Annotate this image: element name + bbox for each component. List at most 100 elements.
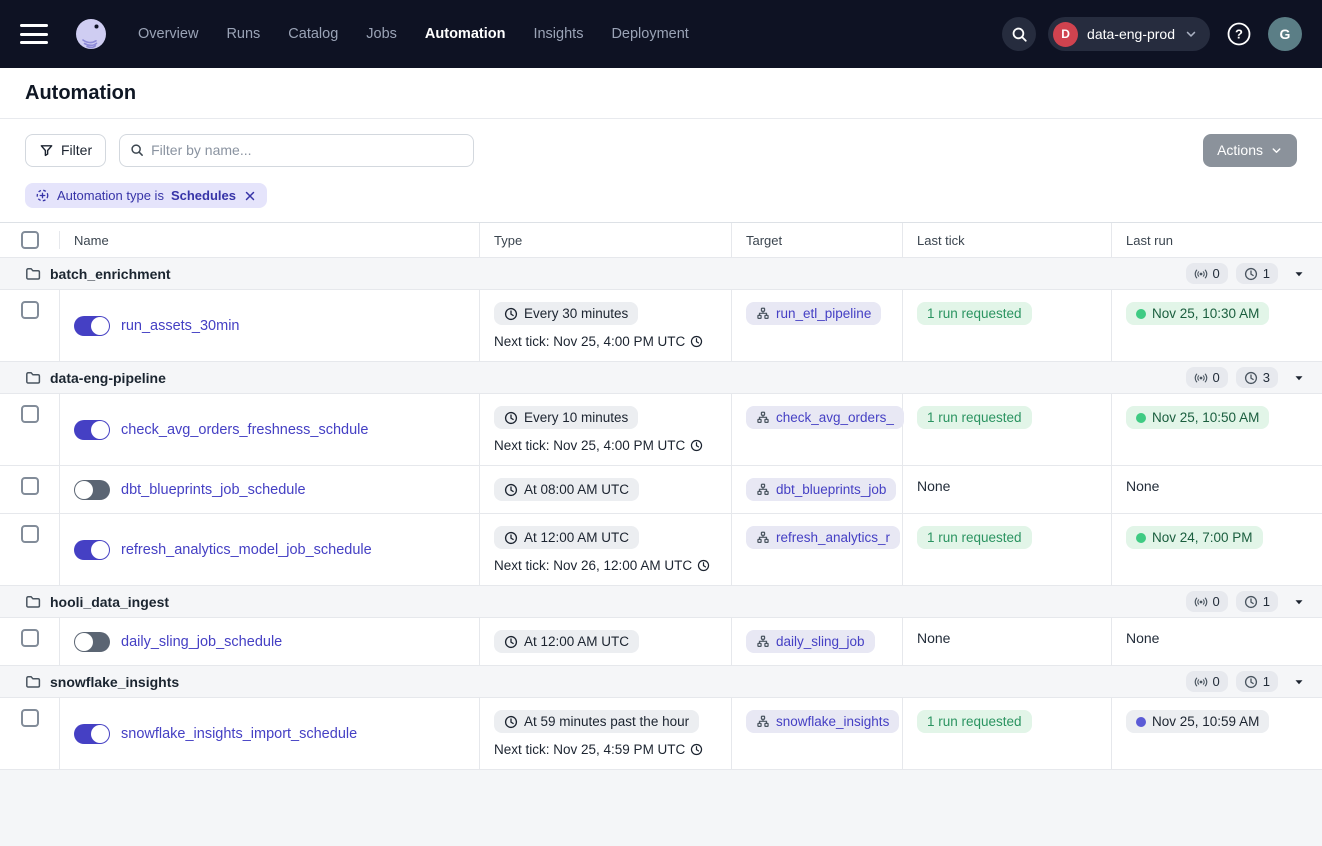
last-run-badge[interactable]: Nov 25, 10:59 AM bbox=[1126, 710, 1269, 733]
target-badge: snowflake_insights bbox=[746, 710, 899, 733]
nav-overview[interactable]: Overview bbox=[138, 26, 198, 42]
triangle-down-icon bbox=[1292, 675, 1306, 689]
collapse-group-button[interactable] bbox=[1292, 371, 1306, 385]
dagster-logo-icon[interactable] bbox=[70, 13, 112, 55]
top-nav-right: D data-eng-prod ? G bbox=[1002, 17, 1302, 51]
schedule-toggle[interactable] bbox=[74, 420, 110, 440]
help-button[interactable]: ? bbox=[1222, 17, 1256, 51]
last-run-none: None bbox=[1126, 630, 1159, 646]
collapse-group-button[interactable] bbox=[1292, 675, 1306, 689]
schedule-type-badge: Every 30 minutes bbox=[494, 302, 638, 325]
search-button[interactable] bbox=[1002, 17, 1036, 51]
automation-name-link[interactable]: check_avg_orders_freshness_schdule bbox=[121, 422, 368, 438]
nav-deployment[interactable]: Deployment bbox=[611, 26, 688, 42]
schedule-count-badge: 1 bbox=[1236, 263, 1278, 284]
sensor-icon bbox=[1194, 267, 1208, 281]
last-tick-badge[interactable]: 1 run requested bbox=[917, 710, 1032, 733]
clock-icon bbox=[504, 635, 518, 649]
schedule-toggle[interactable] bbox=[74, 724, 110, 744]
target-link[interactable]: refresh_analytics_r bbox=[776, 530, 890, 545]
schedule-type-badge: At 12:00 AM UTC bbox=[494, 630, 639, 653]
target-badge: run_etl_pipeline bbox=[746, 302, 881, 325]
target-link[interactable]: dbt_blueprints_job bbox=[776, 482, 886, 497]
chevron-down-icon bbox=[1184, 27, 1198, 41]
target-badge: refresh_analytics_r bbox=[746, 526, 900, 549]
nav-catalog[interactable]: Catalog bbox=[288, 26, 338, 42]
table-row: dbt_blueprints_job_schedule At 08:00 AM … bbox=[0, 465, 1322, 513]
row-checkbox[interactable] bbox=[21, 477, 39, 495]
row-checkbox[interactable] bbox=[21, 709, 39, 727]
clock-icon bbox=[1244, 371, 1258, 385]
target-link[interactable]: run_etl_pipeline bbox=[776, 306, 871, 321]
search-icon bbox=[130, 143, 144, 157]
sensor-count-badge: 0 bbox=[1186, 367, 1228, 388]
automations-table: Name Type Target Last tick Last run batc… bbox=[0, 223, 1322, 770]
automation-name-link[interactable]: run_assets_30min bbox=[121, 318, 240, 334]
last-tick-badge[interactable]: 1 run requested bbox=[917, 526, 1032, 549]
nav-jobs[interactable]: Jobs bbox=[366, 26, 397, 42]
nav-automation[interactable]: Automation bbox=[425, 26, 506, 42]
last-tick-badge[interactable]: 1 run requested bbox=[917, 302, 1032, 325]
group-header-batch-enrichment[interactable]: batch_enrichment 0 1 bbox=[0, 257, 1322, 289]
row-checkbox[interactable] bbox=[21, 405, 39, 423]
group-name: snowflake_insights bbox=[50, 674, 179, 690]
name-search-box bbox=[119, 134, 474, 167]
automation-name-link[interactable]: daily_sling_job_schedule bbox=[121, 634, 282, 650]
deployment-switcher[interactable]: D data-eng-prod bbox=[1048, 17, 1210, 51]
automation-name-link[interactable]: snowflake_insights_import_schedule bbox=[121, 726, 357, 742]
clock-icon bbox=[690, 439, 703, 452]
triangle-down-icon bbox=[1292, 595, 1306, 609]
column-header-target: Target bbox=[732, 223, 903, 257]
table-row: run_assets_30min Every 30 minutes Next t… bbox=[0, 289, 1322, 361]
collapse-group-button[interactable] bbox=[1292, 595, 1306, 609]
last-tick-badge[interactable]: 1 run requested bbox=[917, 406, 1032, 429]
schedule-toggle[interactable] bbox=[74, 316, 110, 336]
clock-icon bbox=[504, 307, 518, 321]
row-checkbox[interactable] bbox=[21, 525, 39, 543]
filter-chip-value: Schedules bbox=[171, 188, 236, 203]
last-run-badge[interactable]: Nov 25, 10:50 AM bbox=[1126, 406, 1269, 429]
target-link[interactable]: snowflake_insights bbox=[776, 714, 889, 729]
group-name: data-eng-pipeline bbox=[50, 370, 166, 386]
last-run-badge[interactable]: Nov 25, 10:30 AM bbox=[1126, 302, 1269, 325]
sensor-count-badge: 0 bbox=[1186, 671, 1228, 692]
hamburger-menu-icon[interactable] bbox=[20, 24, 48, 44]
actions-button[interactable]: Actions bbox=[1203, 134, 1297, 167]
target-link[interactable]: check_avg_orders_ bbox=[776, 410, 894, 425]
next-tick-text: Next tick: Nov 25, 4:00 PM UTC bbox=[494, 438, 719, 453]
group-header-data-eng-pipeline[interactable]: data-eng-pipeline 0 3 bbox=[0, 361, 1322, 393]
schedule-toggle[interactable] bbox=[74, 632, 110, 652]
filter-button[interactable]: Filter bbox=[25, 134, 106, 167]
group-header-snowflake-insights[interactable]: snowflake_insights 0 1 bbox=[0, 665, 1322, 697]
group-name: batch_enrichment bbox=[50, 266, 171, 282]
chevron-down-icon bbox=[1270, 144, 1283, 157]
folder-icon bbox=[25, 370, 41, 386]
clock-icon bbox=[504, 411, 518, 425]
clock-icon bbox=[697, 559, 710, 572]
last-run-badge[interactable]: Nov 24, 7:00 PM bbox=[1126, 526, 1263, 549]
job-graph-icon bbox=[756, 411, 770, 425]
group-header-hooli-data-ingest[interactable]: hooli_data_ingest 0 1 bbox=[0, 585, 1322, 617]
row-checkbox[interactable] bbox=[21, 629, 39, 647]
user-avatar[interactable]: G bbox=[1268, 17, 1302, 51]
filter-chip-automation-type[interactable]: Automation type is Schedules bbox=[25, 183, 267, 208]
triangle-down-icon bbox=[1292, 371, 1306, 385]
name-search-input[interactable] bbox=[151, 142, 463, 158]
close-icon[interactable] bbox=[243, 189, 257, 203]
schedule-toggle[interactable] bbox=[74, 480, 110, 500]
automation-name-link[interactable]: refresh_analytics_model_job_schedule bbox=[121, 542, 372, 558]
nav-insights[interactable]: Insights bbox=[533, 26, 583, 42]
automation-name-link[interactable]: dbt_blueprints_job_schedule bbox=[121, 482, 306, 498]
select-all-checkbox[interactable] bbox=[21, 231, 39, 249]
schedule-toggle[interactable] bbox=[74, 540, 110, 560]
target-link[interactable]: daily_sling_job bbox=[776, 634, 865, 649]
row-checkbox[interactable] bbox=[21, 301, 39, 319]
table-row: daily_sling_job_schedule At 12:00 AM UTC… bbox=[0, 617, 1322, 665]
next-tick-text: Next tick: Nov 25, 4:59 PM UTC bbox=[494, 742, 719, 757]
schedule-count-badge: 1 bbox=[1236, 591, 1278, 612]
run-status-dot bbox=[1136, 309, 1146, 319]
folder-icon bbox=[25, 266, 41, 282]
nav-runs[interactable]: Runs bbox=[226, 26, 260, 42]
collapse-group-button[interactable] bbox=[1292, 267, 1306, 281]
last-tick-none: None bbox=[917, 630, 950, 646]
